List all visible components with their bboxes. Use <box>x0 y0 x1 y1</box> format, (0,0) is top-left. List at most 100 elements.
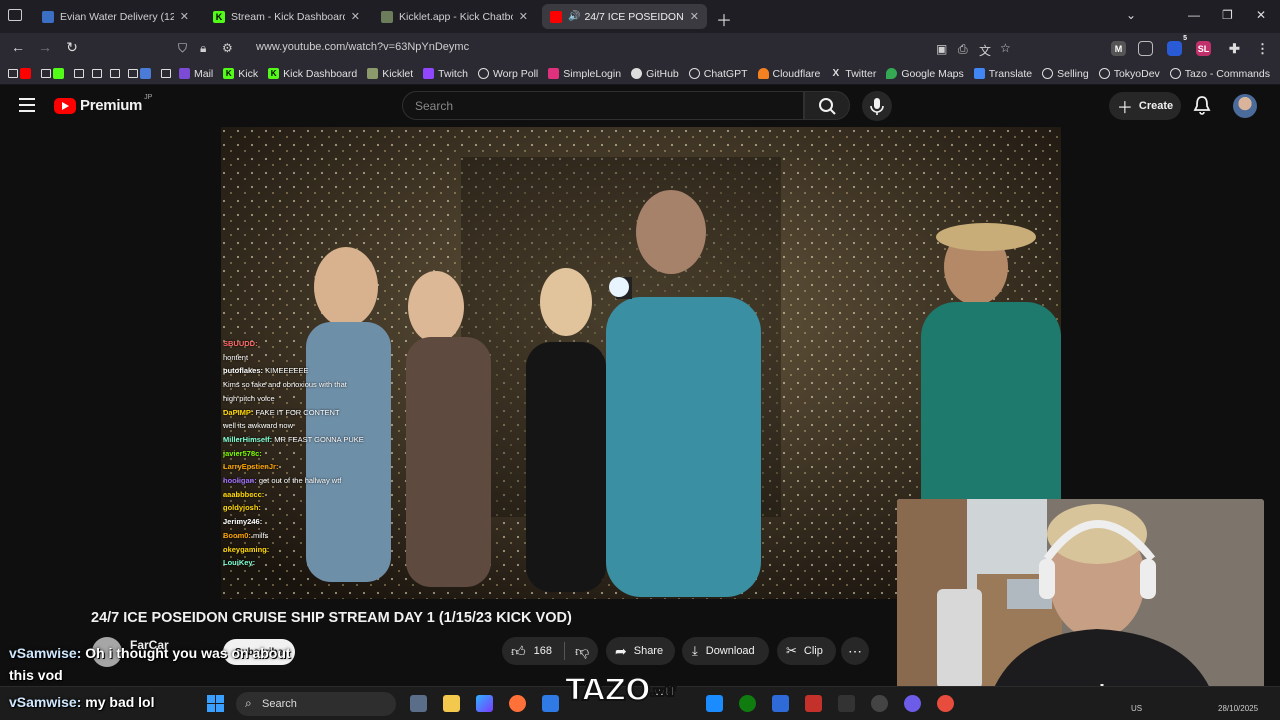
reload-button[interactable]: ↻ <box>63 39 81 56</box>
folder-icon[interactable] <box>161 69 171 78</box>
close-icon[interactable]: ✕ <box>519 10 528 23</box>
shield-icon[interactable]: ⛉ <box>178 41 187 56</box>
url-text[interactable]: www.youtube.com/watch?v=63NpYnDeymc <box>256 41 469 53</box>
account-avatar[interactable] <box>1233 94 1257 118</box>
thumbs-up-icon[interactable]: 👍︎ <box>511 643 526 660</box>
extension-icon[interactable] <box>1138 41 1153 56</box>
xbox-icon[interactable] <box>739 695 756 712</box>
bookmark-simplelogin[interactable]: SimpleLogin <box>548 68 621 80</box>
system-date[interactable]: 28/10/2025 <box>1218 704 1258 713</box>
search-button[interactable] <box>804 91 850 120</box>
extension-m-icon[interactable]: M <box>1111 41 1126 56</box>
bookmark-star-icon[interactable]: ☆ <box>1000 41 1011 55</box>
hamburger-menu-icon[interactable] <box>19 98 35 112</box>
app-icon[interactable] <box>805 695 822 712</box>
picture-in-picture-icon[interactable]: ▣ <box>936 42 947 56</box>
close-icon[interactable]: ✕ <box>690 10 699 23</box>
bookmark-kick[interactable]: K Kick <box>223 68 258 80</box>
bookmark-label: Kicklet <box>382 67 414 80</box>
restore-button[interactable]: ❐ <box>1222 8 1233 22</box>
lock-icon[interactable]: 🔒︎ <box>200 41 206 56</box>
chevron-down-icon[interactable]: ⌄ <box>1126 8 1136 22</box>
youtube-icon[interactable] <box>20 68 31 79</box>
stream-chat-overlay: SBUUDD: nontent putoflakes: KIMEEEEEE Kim… <box>223 337 433 570</box>
thumbs-down-icon[interactable]: 👎︎ <box>575 643 589 660</box>
download-button[interactable]: ⤓ Download <box>682 637 769 665</box>
windows-start-icon[interactable] <box>207 695 224 712</box>
mail-icon <box>179 68 190 79</box>
epic-games-icon[interactable] <box>838 695 855 712</box>
translate-icon[interactable]: 文 <box>979 42 991 59</box>
share-button[interactable]: ➦ Share <box>606 637 675 665</box>
obs-icon[interactable] <box>871 695 888 712</box>
tab-overview-icon[interactable] <box>8 9 22 21</box>
address-bar[interactable]: ⛉ 🔒︎ ⚙ www.youtube.com/watch?v=63NpYnDey… <box>170 36 1025 60</box>
bookmark-twitter[interactable]: X Twitter <box>830 68 877 80</box>
folder-icon[interactable] <box>8 69 18 78</box>
copilot-icon[interactable] <box>476 695 493 712</box>
forward-button[interactable]: → <box>36 39 54 55</box>
bookmark-kick-dashboard[interactable]: K Kick Dashboard <box>268 68 357 80</box>
app-icon[interactable] <box>937 695 954 712</box>
save-page-icon[interactable]: ⎙ <box>958 42 968 57</box>
bookmark-icon[interactable] <box>140 68 151 79</box>
simplelogin-extension-icon[interactable]: SL <box>1196 41 1211 56</box>
tab-youtube[interactable]: 🔊 24/7 ICE POSEIDON CRUISE ✕ <box>542 4 707 29</box>
tab-evian[interactable]: Evian Water Delivery (12 or 24 B ✕ <box>34 4 197 29</box>
folder-icon[interactable] <box>110 69 120 78</box>
tab-kicklet[interactable]: Kicklet.app - Kick Chatbot and C ✕ <box>373 4 536 29</box>
bookmark-tazo-commands[interactable]: Tazo - Commands <box>1169 68 1270 80</box>
bookmark-label: Mail <box>194 67 214 80</box>
logo-region: JP <box>144 94 153 101</box>
create-button[interactable]: ＋ Create <box>1109 92 1181 120</box>
bookmark-mail[interactable]: Mail <box>179 68 213 80</box>
evian-icon <box>42 10 54 23</box>
kick-icon[interactable] <box>53 68 64 79</box>
app-icon[interactable] <box>772 695 789 712</box>
search-input[interactable]: Search <box>402 91 804 120</box>
app-icon[interactable] <box>904 695 921 712</box>
new-tab-button[interactable]: ＋ <box>716 7 732 31</box>
permissions-icon[interactable]: ⚙ <box>222 41 233 55</box>
firefox-icon[interactable] <box>509 695 526 712</box>
bookmark-worp-poll[interactable]: Worp Poll <box>477 68 538 80</box>
window-close-button[interactable]: ✕ <box>1256 8 1266 22</box>
folder-icon[interactable] <box>74 69 84 78</box>
bookmark-google-maps[interactable]: Google Maps <box>886 68 964 80</box>
minimize-button[interactable]: — <box>1188 8 1200 22</box>
bookmark-github[interactable]: GitHub <box>631 68 679 80</box>
taskbar-search[interactable]: ⌕ Search <box>236 692 396 716</box>
youtube-premium-logo[interactable]: Premium JP <box>54 94 153 114</box>
bookmark-selling[interactable]: Selling <box>1042 68 1089 80</box>
bookmark-translate[interactable]: Translate <box>973 68 1032 80</box>
file-explorer-icon[interactable] <box>443 695 460 712</box>
overlay-chat-user: vSamwise: <box>9 645 82 661</box>
stream-chat-user: okeygaming: <box>223 544 270 554</box>
folder-icon[interactable] <box>92 69 102 78</box>
keyboard-language[interactable]: US <box>1131 704 1142 713</box>
voice-search-button[interactable] <box>862 91 892 121</box>
store-icon[interactable] <box>542 695 559 712</box>
notifications-bell-icon[interactable] <box>1192 95 1212 117</box>
task-view-icon[interactable] <box>410 695 427 712</box>
bookmark-kicklet[interactable]: Kicklet <box>367 68 413 80</box>
close-icon[interactable]: ✕ <box>351 10 360 23</box>
clip-button[interactable]: ✂ Clip <box>777 637 836 665</box>
app-icon[interactable] <box>706 695 723 712</box>
globe-icon <box>1042 68 1054 79</box>
like-count[interactable]: 168 <box>534 645 552 657</box>
more-actions-button[interactable]: ⋯ <box>841 637 869 665</box>
extension-shield-icon[interactable]: 5 <box>1167 35 1187 56</box>
back-button[interactable]: ← <box>9 39 27 55</box>
bookmark-cloudflare[interactable]: Cloudflare <box>757 68 820 80</box>
speaker-icon[interactable]: 🔊 <box>568 11 580 22</box>
menu-icon[interactable]: ⋮ <box>1255 41 1270 56</box>
bookmark-tokyodev[interactable]: TokyoDev <box>1098 68 1160 80</box>
bookmark-twitch[interactable]: Twitch <box>423 68 468 80</box>
folder-icon[interactable] <box>128 69 138 78</box>
folder-icon[interactable] <box>41 69 51 78</box>
extensions-puzzle-icon[interactable]: ✚ <box>1227 41 1242 56</box>
tab-kick-dashboard[interactable]: K Stream - Kick Dashboard ✕ <box>205 4 368 29</box>
close-icon[interactable]: ✕ <box>180 10 189 23</box>
bookmark-chatgpt[interactable]: ChatGPT <box>688 68 748 80</box>
